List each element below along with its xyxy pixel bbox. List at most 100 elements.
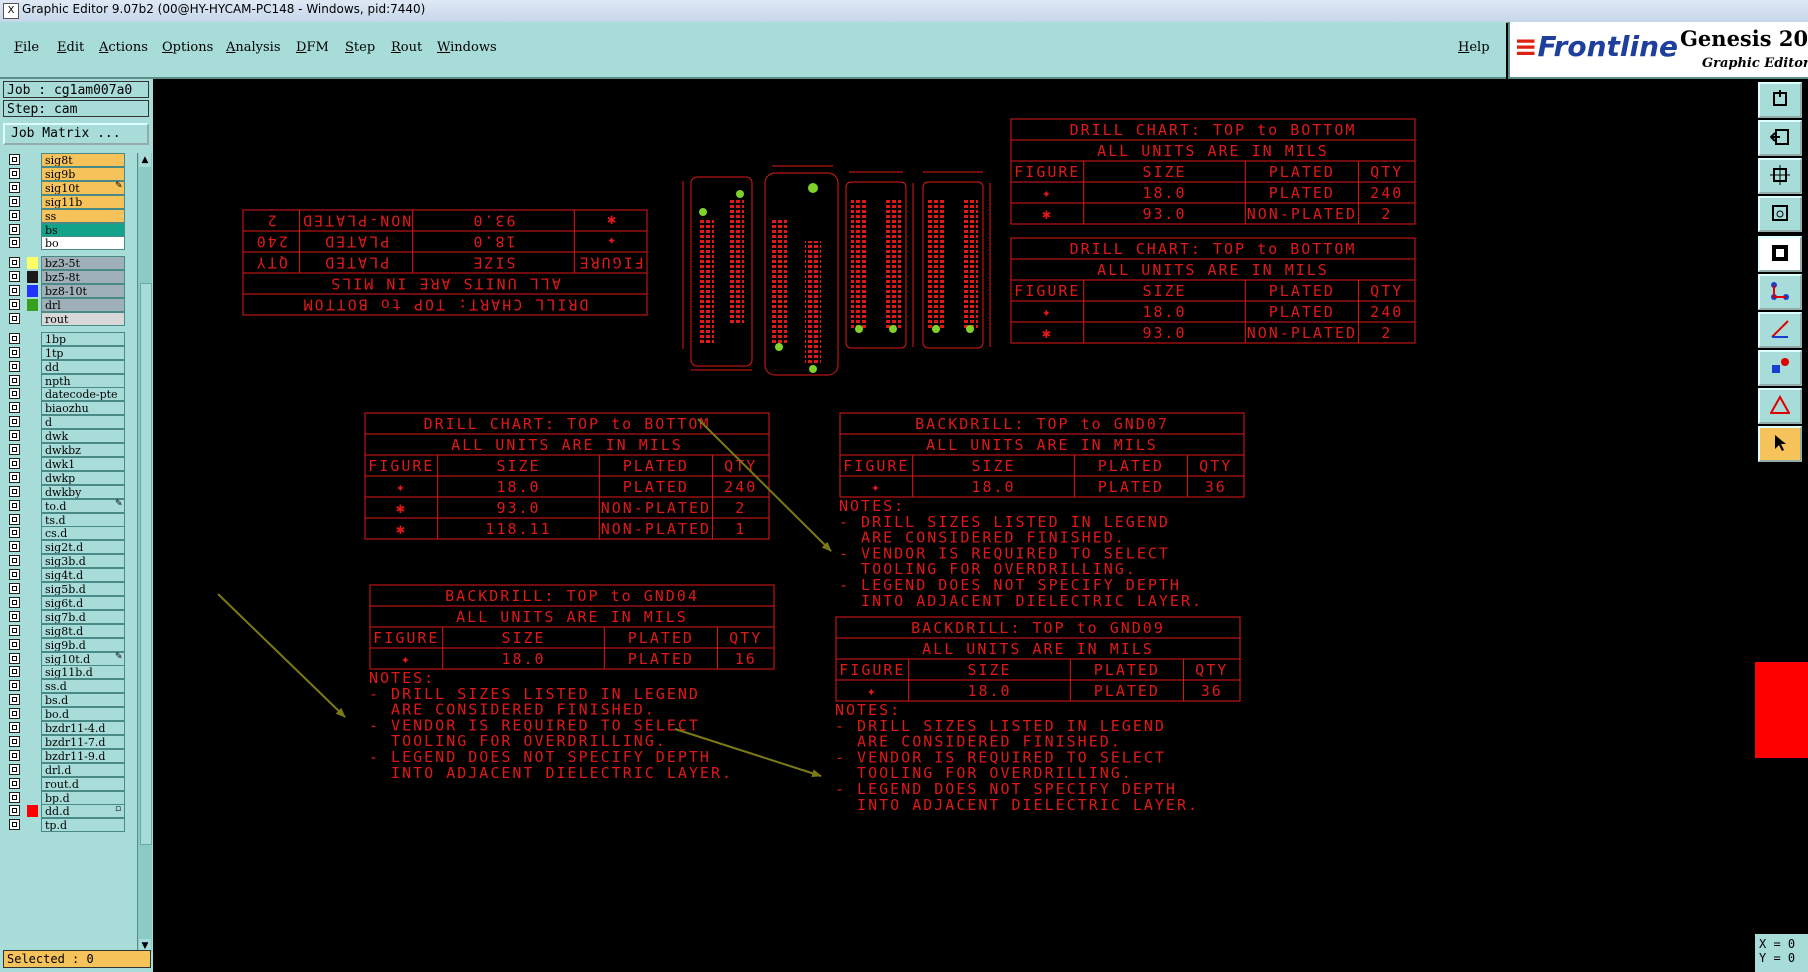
layer-name[interactable]: bzdr11-4.d [41,721,125,735]
layer-name[interactable]: dwk [41,429,125,444]
layer-checkbox[interactable] [9,819,20,831]
layer-row[interactable]: dwkby [3,484,131,499]
layer-row[interactable]: dd.d ▫ [3,804,131,819]
layer-name[interactable]: bp.d [41,790,125,805]
layer-row[interactable]: sig10t ✎ [3,180,131,195]
layer-checkbox[interactable] [9,680,20,692]
layer-scrollbar[interactable]: ▲ ▼ [137,153,152,953]
layer-checkbox[interactable] [9,583,20,594]
layer-row[interactable]: bo [3,236,131,251]
layer-name[interactable]: bs.d [41,693,125,708]
layer-checkbox[interactable] [9,430,20,442]
menu-help[interactable]: Help [1458,40,1490,55]
layer-row[interactable]: cs.d [3,526,131,541]
layer-checkbox[interactable] [9,209,20,221]
layer-name[interactable]: sig8t.d [41,623,125,638]
layer-checkbox[interactable] [9,610,20,622]
layer-checkbox[interactable] [9,777,20,789]
layer-checkbox[interactable] [9,374,20,386]
layer-name[interactable]: 1tp [41,345,125,360]
layer-checkbox[interactable] [9,332,20,344]
layer-name[interactable]: to.d [41,498,125,513]
layer-name[interactable]: datecode-pte [41,387,125,402]
layer-row[interactable]: sig11b.d [3,665,131,680]
layer-checkbox[interactable] [9,271,20,283]
layer-name[interactable]: dd.d [41,804,125,819]
layer-name[interactable]: sig2t.d [41,540,125,555]
layer-name[interactable]: sig10t [41,180,125,195]
layer-name[interactable]: rout.d [41,776,125,791]
menu-windows[interactable]: Windows [437,40,497,55]
layer-name[interactable]: dwkp [41,470,125,485]
layer-row[interactable]: dwk1 [3,456,131,471]
layer-checkbox[interactable] [9,195,20,207]
layer-name[interactable]: d [41,415,125,430]
layer-row[interactable]: datecode-pte [3,387,131,402]
job-matrix-button[interactable]: Job Matrix ... [3,123,149,145]
layer-row[interactable]: rout [3,311,131,326]
layer-checkbox[interactable] [9,513,20,525]
layer-name[interactable]: sig6t.d [41,595,125,610]
layer-row[interactable]: sig7b.d [3,609,131,624]
layer-name[interactable]: drl [41,298,125,312]
layer-name[interactable]: sig10t.d [41,651,125,666]
select-pointer-button[interactable] [1758,426,1802,462]
layer-name[interactable]: sig3b.d [41,554,125,569]
layer-row[interactable]: bs [3,222,131,237]
layer-row[interactable]: 1bp [3,331,131,346]
scroll-thumb[interactable] [140,283,152,845]
layer-name[interactable]: 1bp [41,331,125,346]
layer-name[interactable]: sig11b.d [41,665,125,680]
layer-checkbox[interactable] [9,181,20,193]
layer-checkbox[interactable] [9,624,20,636]
menu-file[interactable]: File [14,40,39,55]
layer-checkbox[interactable] [9,805,20,817]
layer-row[interactable]: bzdr11-4.d [3,721,131,735]
layer-checkbox[interactable] [9,791,20,803]
feature-button[interactable] [1758,350,1802,386]
layer-row[interactable]: ts.d [3,512,131,527]
scroll-up-icon[interactable]: ▲ [139,153,151,167]
layer-name[interactable]: dwkbz [41,443,125,457]
layer-row[interactable]: dwk [3,429,131,444]
layer-row[interactable]: ss [3,208,131,223]
layer-row[interactable]: sig10t.d ✎ [3,651,131,666]
menu-analysis[interactable]: Analysis [226,40,281,55]
layer-row[interactable]: to.d ✎ [3,498,131,513]
layer-name[interactable]: dwk1 [41,456,125,471]
layer-checkbox[interactable] [9,360,20,372]
layer-name[interactable]: dd [41,359,125,374]
layer-checkbox[interactable] [9,167,20,179]
layer-checkbox[interactable] [9,299,20,310]
layer-checkbox[interactable] [9,444,20,455]
layer-name[interactable]: bz3-5t [41,256,125,271]
home-view-button[interactable] [1758,82,1802,118]
layer-row[interactable]: drl.d [3,762,131,777]
layer-name[interactable]: sig9b.d [41,637,125,652]
layer-name[interactable]: bzdr11-9.d [41,748,125,763]
layer-row[interactable]: drl [3,298,131,312]
layer-row[interactable]: d [3,415,131,430]
layer-name[interactable]: ss [41,208,125,223]
menu-options[interactable]: Options [162,40,213,55]
layer-checkbox[interactable] [9,402,20,414]
layer-checkbox[interactable] [9,569,20,581]
layer-row[interactable]: dwkp [3,470,131,485]
layer-row[interactable]: bs.d [3,693,131,708]
layer-name[interactable]: rout [41,311,125,326]
layer-name[interactable]: drl.d [41,762,125,777]
layer-checkbox[interactable] [9,555,20,567]
graphic-canvas[interactable]: DRILL CHART: TOP to BOTTOM ALL UNITS ARE … [153,79,1753,972]
layer-row[interactable]: dd [3,359,131,374]
layer-name[interactable]: sig8t [41,153,125,167]
layer-checkbox[interactable] [9,708,20,720]
layer-checkbox[interactable] [9,694,20,706]
layer-checkbox[interactable] [9,471,20,483]
layer-row[interactable]: bz3-5t [3,256,131,271]
layer-checkbox[interactable] [9,416,20,428]
layer-name[interactable]: sig9b [41,166,125,181]
menu-edit[interactable]: Edit [57,40,84,55]
layer-checkbox[interactable] [9,596,20,608]
layer-checkbox[interactable] [9,257,20,269]
layer-row[interactable]: sig3b.d [3,554,131,569]
